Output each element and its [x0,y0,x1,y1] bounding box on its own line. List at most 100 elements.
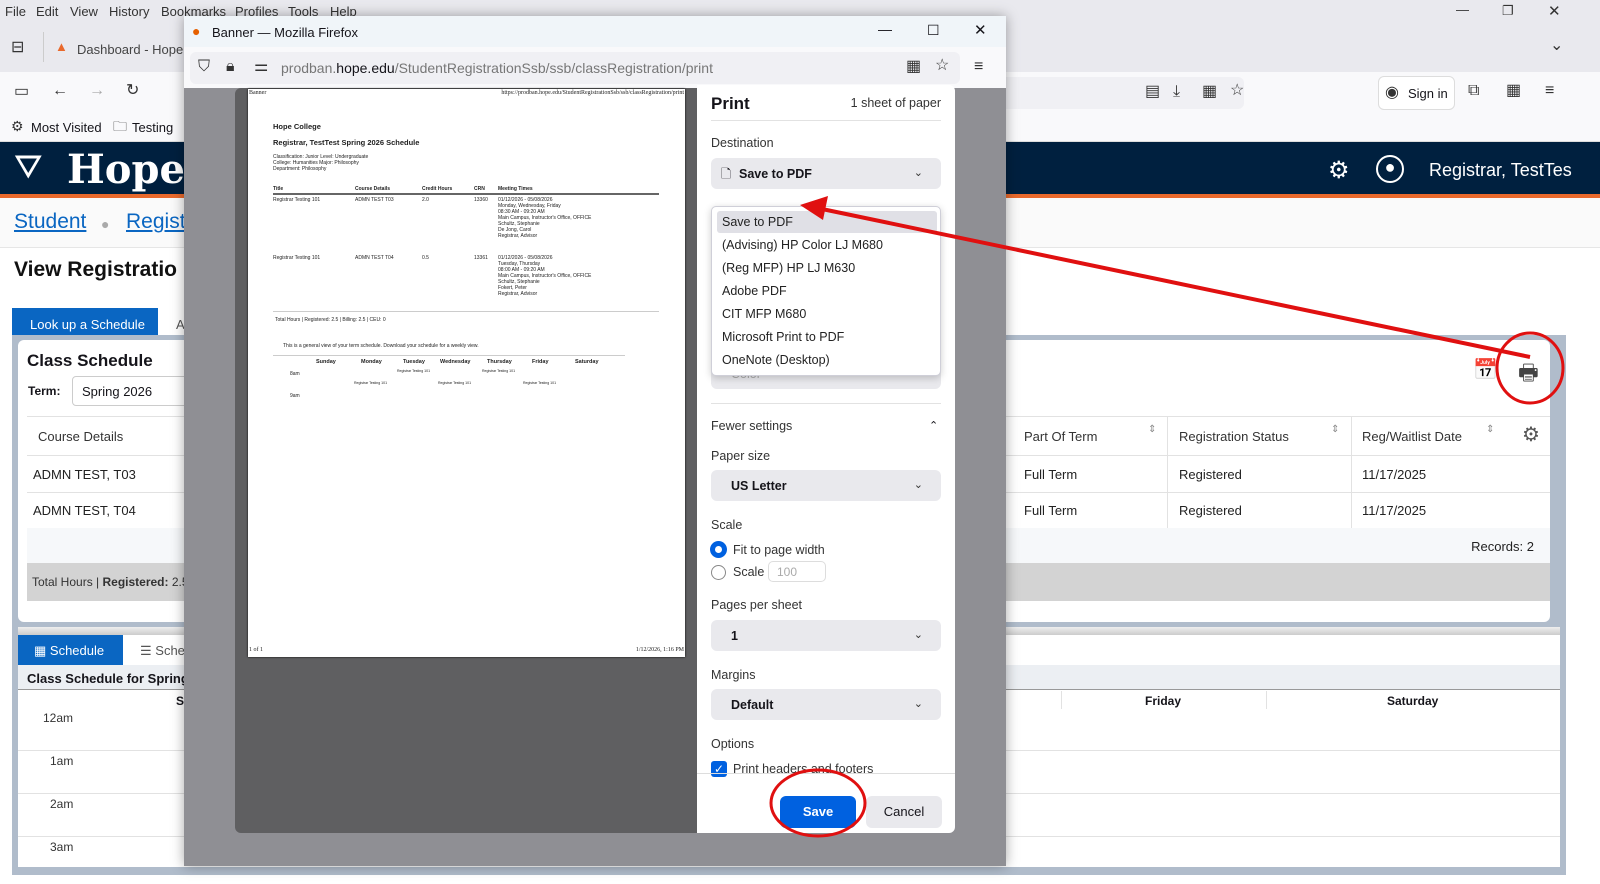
settings-gear-icon[interactable]: ⚙ [1328,156,1350,185]
destination-option[interactable]: Adobe PDF [717,280,937,302]
menu-hamburger-icon[interactable]: ≡ [1545,83,1554,99]
user-avatar-icon[interactable]: ● [1376,155,1404,183]
col-course-details[interactable]: Course Details [38,429,123,444]
preview-col: Title [273,186,284,192]
cancel-button[interactable]: Cancel [866,796,942,828]
preview-day: Saturday [575,359,599,365]
margins-label: Margins [711,668,756,682]
menu-edit[interactable]: Edit [36,4,58,19]
restore-icon[interactable]: ❐ [1502,3,1514,19]
menu-hamburger-icon[interactable]: ≡ [974,59,983,75]
preview-cell: Registrar, Advisor [498,291,538,297]
divider [1061,691,1062,709]
lock-icon[interactable]: 🔒︎ [226,59,235,75]
paper-size-select[interactable]: US Letter ⌄ [711,470,941,501]
hope-favicon-icon: ▲ [55,39,68,54]
popup-url[interactable]: prodban.hope.edu/StudentRegistrationSsb/… [281,60,713,76]
qr-icon[interactable]: ▦ [906,59,921,75]
maximize-icon[interactable]: ☐ [927,22,940,39]
preview-day: Friday [532,359,549,365]
destination-dropdown: Save to PDF (Advising) HP Color LJ M680 … [711,206,941,376]
fewer-settings-toggle[interactable]: Fewer settings [711,419,792,433]
list-tabs-chevron-icon[interactable]: ⌄ [1550,38,1563,54]
minimize-icon[interactable]: — [1456,2,1469,17]
course-cell: ADMN TEST, T04 [33,503,136,518]
col-part-of-term[interactable]: Part Of Term [1024,429,1097,444]
column-settings-gear-icon[interactable]: ⚙ [1522,422,1540,447]
col-registration-status[interactable]: Registration Status [1179,429,1289,444]
pages-per-sheet-select[interactable]: 1 ⌄ [711,620,941,651]
apps-icon[interactable]: ▦ [1506,83,1521,99]
save-button[interactable]: Save [780,796,856,828]
hope-logo-text[interactable]: Hope [67,146,185,193]
close-icon[interactable]: ✕ [974,21,987,39]
tab-groups-icon[interactable]: ⊟ [11,40,24,56]
status-cell: Registered [1179,467,1242,482]
headers-footers-checkbox[interactable]: ✓ [711,761,727,777]
menu-history[interactable]: History [109,4,149,19]
email-calendar-icon[interactable]: 📅 [1473,357,1498,382]
destination-value: Save to PDF [739,167,812,181]
shield-icon[interactable]: ⛉ [198,59,210,75]
reader-view-icon[interactable]: ▤ [1145,84,1160,100]
sort-icon[interactable]: ⇕ [1486,424,1494,435]
fit-to-page-radio[interactable] [711,542,726,557]
chevron-up-icon[interactable]: ⌃ [929,419,938,432]
part-of-term-cell: Full Term [1024,467,1078,482]
extensions-icon[interactable]: ⧉ [1468,83,1479,99]
destination-option[interactable]: Microsoft Print to PDF [717,326,937,348]
destination-option[interactable]: CIT MFP M680 [717,303,937,325]
hope-logo-icon[interactable]: ⛛ [14,148,43,187]
sort-icon[interactable]: ⇕ [1148,424,1156,435]
preview-event: Registrar Testing 101 [438,381,472,385]
breadcrumb-registration[interactable]: Regist [126,210,186,234]
popup-url-toolbar: ⛉ 🔒︎ ⚌ prodban.hope.edu/StudentRegistrat… [184,47,1006,88]
destination-option[interactable]: OneNote (Desktop) [717,349,937,371]
permissions-icon[interactable]: ⚌ [254,59,268,75]
print-icon[interactable]: 🖶 [1518,356,1539,394]
print-popup-window: ● Banner — Mozilla Firefox — ☐ ✕ ⛉ 🔒︎ ⚌ … [184,16,1006,866]
col-reg-waitlist-date[interactable]: Reg/Waitlist Date [1362,429,1462,444]
tab-look-up-schedule[interactable]: Look up a Schedule [12,308,158,336]
bookmark-star-icon[interactable]: ☆ [935,58,949,74]
save-pocket-icon[interactable]: ⤓ [1173,84,1180,100]
sidebar-icon[interactable]: ▭ [14,84,29,100]
qr-icon[interactable]: ▦ [1202,84,1217,100]
minimize-icon[interactable]: — [878,21,892,37]
destination-option[interactable]: (Reg MFP) HP LJ M630 [717,257,937,279]
forward-icon[interactable]: → [89,83,105,99]
preview-day: Tuesday [403,359,425,365]
scale-input[interactable]: 100 [768,561,826,582]
user-name[interactable]: Registrar, TestTes [1429,160,1572,181]
menu-view[interactable]: View [70,4,98,19]
divider [1167,416,1168,528]
close-icon[interactable]: ✕ [1548,2,1561,20]
sort-icon[interactable]: ⇕ [1331,424,1339,435]
destination-select[interactable]: 🗋 Save to PDF ⌄ [711,158,941,189]
menu-file[interactable]: File [5,4,26,19]
divider [711,120,941,121]
destination-label: Destination [711,136,774,150]
tab-schedule-details[interactable]: ☰ Sche [140,643,185,659]
tab-schedule[interactable]: ▦ Schedule [18,635,123,665]
bookmark-most-visited[interactable]: Most Visited [31,120,102,135]
bookmark-star-icon[interactable]: ☆ [1230,83,1244,99]
breadcrumb-student[interactable]: Student [14,210,86,234]
reload-icon[interactable]: ↻ [126,83,139,99]
preview-col: Course Details [355,186,391,192]
popup-url-bar[interactable]: ⛉ 🔒︎ ⚌ prodban.hope.edu/StudentRegistrat… [190,52,960,84]
sign-in-button[interactable]: ◉ Sign in [1378,76,1455,110]
destination-option[interactable]: Save to PDF [717,211,937,233]
destination-option[interactable]: (Advising) HP Color LJ M680 [717,234,937,256]
scale-value: 100 [777,565,798,579]
margins-select[interactable]: Default ⌄ [711,689,941,720]
gear-icon: ⚙ [11,118,24,134]
day-header-friday: Friday [1145,694,1182,708]
custom-scale-radio[interactable] [711,565,726,580]
pages-per-sheet-label: Pages per sheet [711,598,803,612]
bookmark-testing[interactable]: Testing [132,120,173,135]
tab-dashboard[interactable]: Dashboard - Hope C [77,42,196,57]
preview-header-right: https://prodban.hope.edu/StudentRegistra… [501,90,684,96]
breadcrumb-separator: ● [101,216,110,232]
back-icon[interactable]: ← [52,83,68,99]
